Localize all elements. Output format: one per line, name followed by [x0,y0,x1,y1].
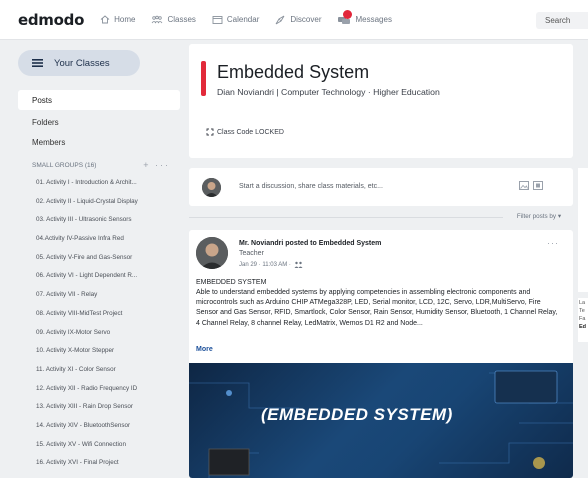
edmodo-logo[interactable]: edmodo [18,11,84,29]
right-panel-card [578,168,588,292]
banner-title: (EMBEDDED SYSTEM) [261,405,453,424]
audience-icon [294,261,303,268]
compose-placeholder[interactable]: Start a discussion, share class material… [239,183,383,190]
group-item[interactable]: 07. Activity VII - Relay [18,286,180,305]
user-avatar [202,178,221,197]
group-item[interactable]: 09. Activity IX-Motor Servo [18,324,180,343]
user-photo-icon [202,178,221,197]
post-card: Mr. Noviandri posted to Embedded System … [189,230,573,478]
right-panel-line: Ed [579,324,587,330]
filter-row: Filter posts by ▾ [189,212,573,224]
group-item[interactable]: 06. Activity VI - Light Dependent R... [18,267,180,286]
nav-classes-label: Classes [167,15,196,24]
sidebar: Your Classes Posts Folders Members SMALL… [18,44,180,478]
nav-discover[interactable]: Discover [275,15,321,25]
right-panel-line: Te [579,308,585,314]
post-heading: EMBEDDED SYSTEM [196,279,267,286]
your-classes-button[interactable]: Your Classes [18,50,140,76]
class-code-label: Class Code LOCKED [217,128,284,136]
right-panel-card-2: La Te Fa Ed [578,298,588,342]
small-groups-list: 01. Activity I - Introduction & Archit..… [18,174,180,473]
post-author-role: Teacher [239,250,264,257]
group-item[interactable]: 14. Activity XIV - BluetoothSensor [18,417,180,436]
nav-home-label: Home [114,15,136,24]
post-date: Jan 29 · 11:03 AM · [239,261,303,268]
class-code[interactable]: Class Code LOCKED [206,128,284,136]
small-groups-header: SMALL GROUPS (16) + ··· [18,152,180,174]
post-more-link[interactable]: More [196,346,213,353]
right-panel: La Te Fa Ed [578,44,588,478]
nav-messages[interactable]: Messages [337,9,392,25]
nav-calendar[interactable]: Calendar [212,15,259,24]
group-item[interactable]: 12. Activity XII - Radio Frequency ID [18,380,180,399]
search-button[interactable]: Search [536,12,588,29]
group-item[interactable]: 13. Activity XIII - Rain Drop Sensor [18,398,180,417]
nav-home[interactable]: Home [100,15,135,24]
group-item[interactable]: 15. Activity XV - Wifi Connection [18,436,180,455]
right-panel-line: La [579,300,586,306]
sidebar-item-posts[interactable]: Posts [18,90,180,110]
small-groups-label: SMALL GROUPS (16) [32,161,97,169]
image-icon[interactable] [519,181,529,190]
nav-messages-label: Messages [355,15,392,24]
small-groups-actions[interactable]: + ··· [143,160,170,170]
group-item[interactable]: 05. Activity V-Fire and Gas-Sensor [18,249,180,268]
messages-badge [343,9,353,19]
post-author-avatar[interactable] [196,237,228,269]
home-icon [100,15,110,24]
class-header-area: Embedded System Dian Noviandri | Compute… [189,44,573,158]
sidebar-item-members[interactable]: Members [18,132,180,152]
hamburger-icon [32,59,43,67]
post-date-text: Jan 29 · 11:03 AM · [239,261,291,268]
class-card: Embedded System Dian Noviandri | Compute… [189,44,573,158]
class-title: Embedded System [217,62,370,82]
post-options-button[interactable]: ··· [547,238,559,248]
group-item[interactable]: 03. Activity III - Ultrasonic Sensors [18,211,180,230]
group-item[interactable]: 11. Activity XI - Color Sensor [18,361,180,380]
post-banner-image[interactable]: (EMBEDDED SYSTEM) [189,363,573,478]
group-item[interactable]: 08. Activity VIII-MidTest Project [18,305,180,324]
calendar-icon [212,16,223,24]
file-icon[interactable] [533,181,543,190]
nav-calendar-label: Calendar [226,15,260,24]
compose-attachments [519,181,543,190]
sidebar-item-folders[interactable]: Folders [18,112,180,132]
discover-icon [275,15,285,24]
nav-discover-label: Discover [290,15,322,24]
filter-divider [189,217,503,218]
lock-frame-icon [206,128,214,136]
compose-box[interactable]: Start a discussion, share class material… [189,168,573,206]
filter-posts-dropdown[interactable]: Filter posts by ▾ [517,213,561,220]
your-classes-label: Your Classes [54,57,110,69]
nav-classes[interactable]: Classes [151,15,196,24]
post-body: Able to understand embedded systems by a… [196,289,558,327]
post-author-line[interactable]: Mr. Noviandri posted to Embedded System [239,240,381,247]
classes-icon [152,15,163,24]
author-photo-icon [196,237,228,269]
group-item[interactable]: 16. Activity XVI - Final Project [18,454,180,473]
right-panel-line: Fa [579,316,586,322]
group-item[interactable]: 01. Activity I - Introduction & Archit..… [18,174,180,193]
group-item[interactable]: 04.Activity IV-Passive Infra Red [18,230,180,249]
class-subtitle: Dian Noviandri | Computer Technology · H… [217,87,440,97]
class-color-bar [201,61,206,96]
group-item[interactable]: 02. Activity II - Liquid-Crystal Display [18,193,180,212]
group-item[interactable]: 10. Activity X-Motor Stepper [18,342,180,361]
top-navigation-bar: edmodo Home Classes Calendar Discover Me… [0,0,588,40]
